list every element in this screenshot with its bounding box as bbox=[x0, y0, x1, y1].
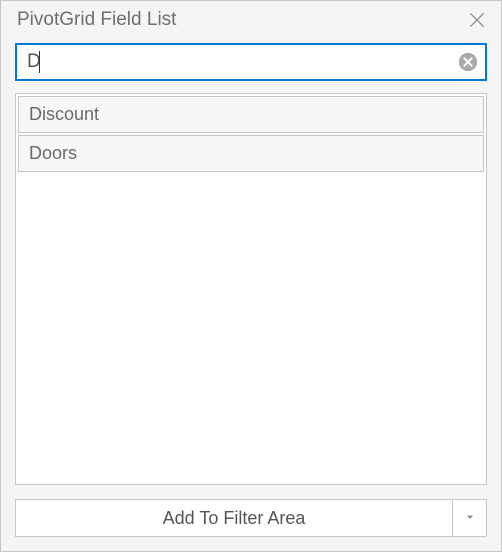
list-item[interactable]: Discount bbox=[18, 96, 484, 133]
pivotgrid-field-list-panel: PivotGrid Field List Discount bbox=[0, 0, 502, 552]
list-item[interactable]: Doors bbox=[18, 135, 484, 172]
list-item-label: Discount bbox=[29, 104, 99, 124]
add-to-filter-area-button[interactable]: Add To Filter Area bbox=[15, 499, 453, 537]
search-wrap bbox=[15, 43, 487, 81]
add-button-label: Add To Filter Area bbox=[163, 508, 306, 529]
search-row bbox=[1, 33, 501, 93]
chevron-down-icon bbox=[464, 511, 476, 526]
close-icon[interactable] bbox=[467, 10, 487, 30]
footer-row: Add To Filter Area bbox=[1, 499, 501, 551]
search-input[interactable] bbox=[15, 43, 487, 81]
panel-header: PivotGrid Field List bbox=[1, 1, 501, 33]
panel-title: PivotGrid Field List bbox=[17, 9, 176, 31]
list-item-label: Doors bbox=[29, 143, 77, 163]
field-list: Discount Doors bbox=[15, 93, 487, 485]
clear-search-icon[interactable] bbox=[457, 51, 479, 73]
add-dropdown-button[interactable] bbox=[453, 499, 487, 537]
